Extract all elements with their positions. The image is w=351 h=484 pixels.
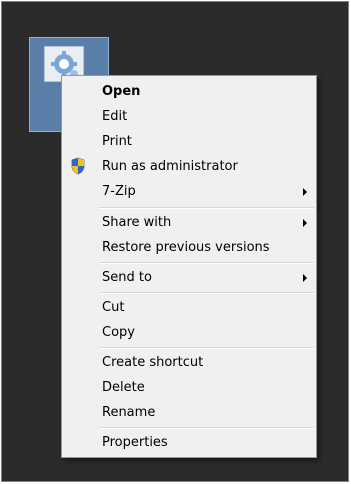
menu-item-label: Restore previous versions — [102, 240, 270, 255]
menu-separator — [99, 207, 314, 209]
menu-item-label: 7-Zip — [102, 184, 136, 199]
menu-item-label: Open — [102, 84, 141, 99]
uac-shield-icon — [70, 157, 86, 179]
menu-item-label: Properties — [102, 435, 168, 450]
menu-item-label: Delete — [102, 380, 145, 395]
submenu-arrow-icon — [303, 219, 307, 227]
menu-item-label: Send to — [102, 270, 152, 285]
menu-item-rename[interactable]: Rename — [63, 400, 315, 425]
menu-item-run-as-administrator[interactable]: Run as administrator — [63, 154, 315, 179]
menu-item-label: Print — [102, 134, 132, 149]
menu-item-label: Rename — [102, 405, 156, 420]
menu-separator — [99, 292, 314, 294]
menu-item-label: Run as administrator — [102, 159, 238, 174]
desktop[interactable]: my file Open Edit Print Run as administr… — [1, 1, 349, 482]
menu-item-label: Copy — [102, 325, 135, 340]
submenu-arrow-icon — [303, 188, 307, 196]
menu-item-edit[interactable]: Edit — [63, 104, 315, 129]
menu-item-share-with[interactable]: Share with — [63, 210, 315, 235]
menu-item-label: Share with — [102, 215, 172, 230]
submenu-arrow-icon — [303, 274, 307, 282]
menu-item-create-shortcut[interactable]: Create shortcut — [63, 350, 315, 375]
menu-item-restore-previous-versions[interactable]: Restore previous versions — [63, 235, 315, 260]
menu-item-label: Cut — [102, 300, 125, 315]
menu-separator — [99, 347, 314, 349]
menu-item-7-zip[interactable]: 7-Zip — [63, 179, 315, 204]
menu-item-label: Edit — [102, 109, 128, 124]
menu-item-cut[interactable]: Cut — [63, 295, 315, 320]
menu-item-send-to[interactable]: Send to — [63, 265, 315, 290]
context-menu[interactable]: Open Edit Print Run as administrator 7-Z… — [61, 75, 317, 458]
menu-separator — [99, 262, 314, 264]
menu-separator — [99, 427, 314, 429]
menu-item-delete[interactable]: Delete — [63, 375, 315, 400]
menu-item-print[interactable]: Print — [63, 129, 315, 154]
menu-item-label: Create shortcut — [102, 355, 204, 370]
menu-item-properties[interactable]: Properties — [63, 430, 315, 455]
menu-item-copy[interactable]: Copy — [63, 320, 315, 345]
menu-item-open[interactable]: Open — [63, 79, 315, 104]
